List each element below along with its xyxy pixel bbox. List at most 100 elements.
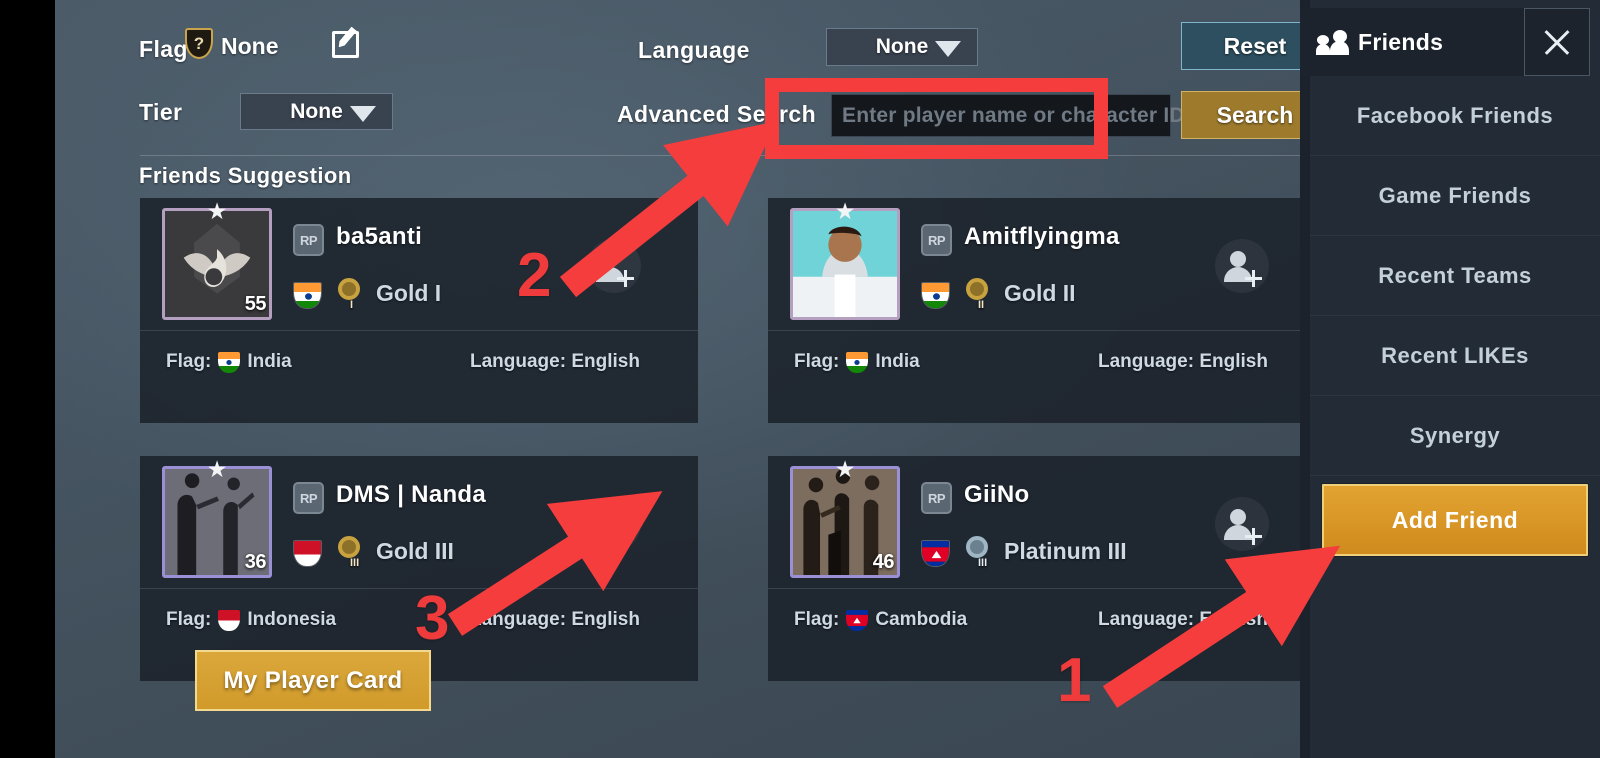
meta-flag: Flag: India bbox=[794, 351, 920, 373]
tier-medal-icon: III bbox=[964, 536, 994, 569]
card-top: 55 ★ RP ba5anti I Gold I bbox=[140, 198, 698, 331]
tier-roman-numeral: I bbox=[350, 299, 354, 311]
avatar[interactable]: 36 bbox=[162, 466, 272, 578]
card-meta: Flag: Cambodia Language: English bbox=[768, 589, 1326, 681]
card-top: ★ RP Amitflyingma II Gold II bbox=[768, 198, 1326, 331]
card-meta: Flag: India Language: English bbox=[140, 331, 698, 423]
tier-medal-icon: I bbox=[336, 278, 366, 311]
meta-flag-icon bbox=[218, 351, 241, 373]
flag-value: None bbox=[221, 33, 279, 59]
meta-flag: Flag: Indonesia bbox=[166, 609, 336, 631]
avatar-star-icon: ★ bbox=[834, 456, 856, 482]
left-black-band bbox=[0, 0, 55, 758]
people-icon bbox=[1316, 29, 1350, 55]
reset-button-label: Reset bbox=[1223, 32, 1287, 59]
sidebar-title: Friends bbox=[1358, 28, 1444, 55]
player-name: ba5anti bbox=[336, 223, 423, 250]
avatar-image bbox=[793, 211, 897, 317]
avatar-level-badge: 55 bbox=[244, 293, 267, 315]
meta-flag-icon bbox=[218, 609, 241, 631]
app-root: Flag ? None Tier None Language None Adva… bbox=[0, 0, 1600, 758]
tier-roman-numeral: III bbox=[350, 557, 360, 569]
meta-flag-label: Flag: bbox=[794, 609, 840, 630]
sidebar-item-label: Add Friend bbox=[1391, 506, 1519, 533]
advanced-search-label: Advanced Search bbox=[617, 101, 817, 127]
search-input-placeholder: Enter player name or character ID bbox=[842, 103, 1185, 127]
country-flag-icon bbox=[921, 540, 950, 567]
filter-bar: Flag ? None Tier None Language None Adva… bbox=[55, 0, 1329, 155]
meta-flag: Flag: Cambodia bbox=[794, 609, 967, 631]
tier-text: Gold III bbox=[376, 538, 454, 564]
sidebar-item-label: Recent LIKEs bbox=[1381, 342, 1529, 368]
player-name: Amitflyingma bbox=[964, 223, 1120, 250]
avatar-level-badge: 46 bbox=[872, 551, 895, 573]
sidebar-item-recent-likes[interactable]: Recent LIKEs bbox=[1310, 316, 1600, 396]
my-player-card-label: My Player Card bbox=[223, 666, 403, 694]
add-friend-icon[interactable] bbox=[1215, 239, 1269, 293]
rp-badge-icon: RP bbox=[293, 224, 324, 256]
rp-badge-icon: RP bbox=[921, 482, 952, 514]
player-name: DMS | Nanda bbox=[336, 481, 487, 508]
language-label: Language bbox=[638, 37, 750, 63]
avatar-level-badge: 36 bbox=[244, 551, 267, 573]
add-friend-icon[interactable] bbox=[587, 497, 641, 551]
avatar[interactable] bbox=[790, 208, 900, 320]
country-flag-icon bbox=[293, 282, 322, 309]
tier-text: Platinum III bbox=[1004, 538, 1127, 564]
pen-edit-icon[interactable] bbox=[332, 28, 366, 61]
avatar-star-icon: ★ bbox=[834, 198, 856, 224]
avatar[interactable]: 55 bbox=[162, 208, 272, 320]
tier-roman-numeral: II bbox=[978, 299, 985, 311]
language-dropdown[interactable]: None bbox=[826, 28, 978, 66]
meta-flag-label: Flag: bbox=[794, 351, 840, 372]
add-friend-icon[interactable] bbox=[1215, 497, 1269, 551]
player-name: GiiNo bbox=[964, 481, 1030, 508]
card-top: 36 ★ RP DMS | Nanda III Gold III bbox=[140, 456, 698, 589]
chevron-down-icon bbox=[350, 105, 376, 122]
tier-label: Tier bbox=[139, 99, 183, 125]
sidebar-item-label: Recent Teams bbox=[1378, 262, 1532, 288]
meta-language: Language: English bbox=[1098, 609, 1268, 630]
tier-medal-icon: III bbox=[336, 536, 366, 569]
sidebar-item-label: Facebook Friends bbox=[1356, 102, 1554, 128]
meta-flag-country: Indonesia bbox=[247, 609, 337, 630]
country-flag-icon bbox=[293, 540, 322, 567]
tier-dropdown-value: None bbox=[290, 99, 343, 123]
sidebar-header: Friends bbox=[1300, 8, 1590, 76]
avatar-star-icon: ★ bbox=[206, 198, 228, 224]
meta-flag-label: Flag: bbox=[166, 609, 212, 630]
card-meta: Flag: India Language: English bbox=[768, 331, 1326, 423]
friend-suggestion-card[interactable]: 55 ★ RP ba5anti I Gold I Flag: India Language: E… bbox=[140, 198, 698, 423]
flag-label: Flag bbox=[139, 36, 188, 62]
sidebar-item-recent-teams[interactable]: Recent Teams bbox=[1310, 236, 1600, 316]
friend-suggestion-card[interactable]: 36 ★ RP DMS | Nanda III Gold III Flag: Indonesi… bbox=[140, 456, 698, 681]
search-input[interactable]: Enter player name or character ID bbox=[831, 94, 1185, 137]
meta-language: Language: English bbox=[470, 351, 640, 372]
sidebar-item-synergy[interactable]: Synergy bbox=[1310, 396, 1600, 476]
sidebar-item-add-friend[interactable]: Add Friend bbox=[1322, 484, 1588, 556]
friend-suggestion-card[interactable]: ★ RP Amitflyingma II Gold II Flag: India Langua… bbox=[768, 198, 1326, 423]
close-button[interactable] bbox=[1524, 8, 1590, 76]
sidebar-item-facebook-friends[interactable]: Facebook Friends bbox=[1310, 76, 1600, 156]
meta-language: Language: English bbox=[470, 609, 640, 630]
tier-roman-numeral: III bbox=[978, 557, 988, 569]
sidebar-item-label: Game Friends bbox=[1378, 182, 1532, 208]
avatar[interactable]: 46 bbox=[790, 466, 900, 578]
meta-flag-icon bbox=[846, 609, 869, 631]
meta-flag-icon bbox=[846, 351, 869, 373]
flag-shield-icon: ? bbox=[185, 28, 213, 59]
chevron-down-icon bbox=[935, 41, 961, 57]
tier-dropdown[interactable]: None bbox=[240, 93, 393, 130]
tier-medal-icon: II bbox=[964, 278, 994, 311]
friends-main-panel: Flag ? None Tier None Language None Adva… bbox=[55, 0, 1330, 758]
add-friend-icon[interactable] bbox=[587, 239, 641, 293]
tier-text: Gold I bbox=[376, 280, 442, 306]
avatar-star-icon: ★ bbox=[206, 456, 228, 482]
meta-language: Language: English bbox=[1098, 351, 1268, 372]
sidebar-nav: Facebook Friends Game Friends Recent Teams… bbox=[1310, 76, 1600, 564]
friend-suggestion-card[interactable]: 46 ★ RP GiiNo III Platinum III Flag: Cambodia La… bbox=[768, 456, 1326, 681]
meta-flag-country: Cambodia bbox=[875, 609, 968, 630]
rp-badge-icon: RP bbox=[921, 224, 952, 256]
my-player-card-button[interactable]: My Player Card bbox=[195, 650, 431, 711]
sidebar-item-game-friends[interactable]: Game Friends bbox=[1310, 156, 1600, 236]
